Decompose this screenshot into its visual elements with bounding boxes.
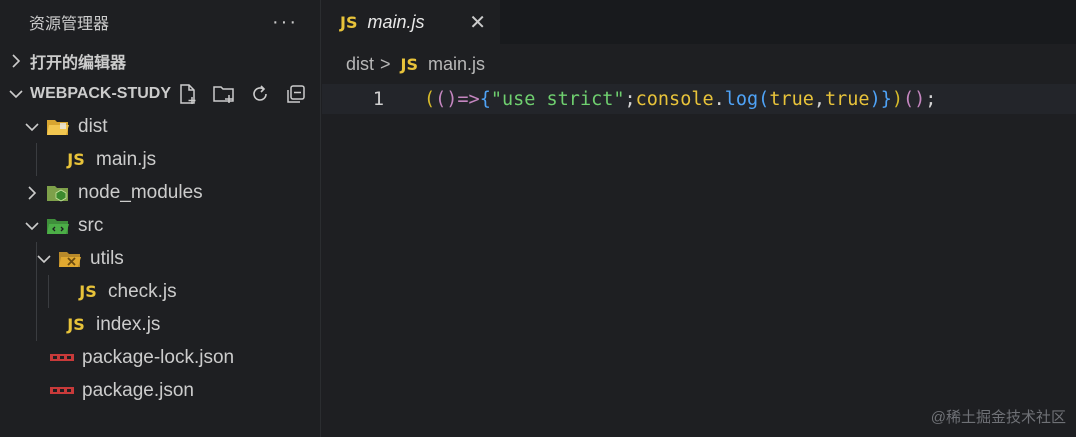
code-token: () <box>435 88 458 110</box>
close-icon[interactable]: ✕ <box>469 10 486 35</box>
watermark: @稀土掘金技术社区 <box>930 409 1066 426</box>
code-token: console <box>635 88 714 110</box>
javascript-file-icon: JS <box>67 150 85 169</box>
new-folder-icon[interactable] <box>212 82 236 106</box>
code-line[interactable]: 1 (()=>{"use strict";console.log(true,tr… <box>322 84 1076 114</box>
tab-label: main.js <box>367 12 425 32</box>
code-token: { <box>479 88 491 110</box>
project-section[interactable]: WEBPACK-STUDY <box>0 77 320 110</box>
breadcrumb-separator: > <box>380 53 391 74</box>
open-editors-label: 打开的编辑器 <box>30 54 127 72</box>
tree-folder-utils[interactable]: utils <box>0 242 320 275</box>
folder-open-icon <box>46 116 70 138</box>
project-name: WEBPACK-STUDY <box>30 84 172 102</box>
tree-label: check.js <box>108 280 177 302</box>
tree-label: index.js <box>96 313 161 335</box>
chevron-down-icon <box>24 119 40 135</box>
code-token: true <box>825 88 870 110</box>
new-file-icon[interactable] <box>176 82 200 106</box>
explorer-header: 资源管理器 ··· <box>0 0 320 44</box>
chevron-right-icon <box>24 185 40 201</box>
tree-folder-dist[interactable]: dist <box>0 110 320 143</box>
tree-label: main.js <box>96 148 157 170</box>
editor-area: JS main.js ✕ dist > JS main.js 1 (()=>{"… <box>322 0 1076 437</box>
tab-bar: JS main.js ✕ <box>322 0 1076 44</box>
javascript-file-icon: JS <box>340 13 358 32</box>
npm-file-icon <box>50 347 74 369</box>
utils-folder-icon <box>58 248 82 270</box>
javascript-file-icon: JS <box>67 315 85 334</box>
javascript-file-icon: JS <box>79 282 97 301</box>
explorer-sidebar: 资源管理器 ··· 打开的编辑器 WEBPACK-STUDY dist JS m… <box>0 0 321 437</box>
code-token: . <box>713 88 725 110</box>
breadcrumb-file[interactable]: main.js <box>428 54 485 75</box>
code-content: (()=>{"use strict";console.log(true,true… <box>424 89 936 110</box>
refresh-icon[interactable] <box>248 82 272 106</box>
line-number: 1 <box>372 88 384 110</box>
tree-file-index-js[interactable]: JS index.js <box>0 308 320 341</box>
javascript-file-icon: JS <box>400 54 419 74</box>
tree-label: package-lock.json <box>82 346 235 368</box>
code-token: , <box>813 88 826 110</box>
code-token: ) <box>869 88 881 110</box>
tree-folder-node-modules[interactable]: node_modules <box>0 176 320 209</box>
code-token: "use strict" <box>490 88 625 110</box>
indent-guide <box>36 308 37 341</box>
tree-file-package-json[interactable]: package.json <box>0 374 320 407</box>
code-token: => <box>457 88 480 110</box>
tree-label: node_modules <box>78 181 203 203</box>
code-token: ( <box>758 88 770 110</box>
code-token: () <box>903 88 926 110</box>
npm-file-icon <box>50 380 74 402</box>
collapse-all-icon[interactable] <box>284 82 308 106</box>
chevron-down-icon <box>24 218 40 234</box>
code-token: ; <box>624 88 636 110</box>
tree-file-check-js[interactable]: JS check.js <box>0 275 320 308</box>
chevron-right-icon <box>8 53 24 69</box>
breadcrumb-folder[interactable]: dist <box>346 54 374 75</box>
indent-guide <box>48 275 49 308</box>
code-token: } <box>880 88 892 110</box>
tree-label: utils <box>90 247 124 269</box>
more-actions-icon[interactable]: ··· <box>272 12 298 32</box>
indent-guide <box>36 143 37 176</box>
tree-label: dist <box>78 115 108 137</box>
open-editors-section[interactable]: 打开的编辑器 <box>0 44 320 77</box>
breadcrumb: dist > JS main.js <box>322 44 1076 84</box>
indent-guide <box>36 242 37 275</box>
explorer-title: 资源管理器 <box>29 16 110 33</box>
nodejs-folder-icon <box>46 182 70 204</box>
tree-file-package-lock[interactable]: package-lock.json <box>0 341 320 374</box>
tree-label: package.json <box>82 379 194 401</box>
chevron-down-icon <box>36 251 52 267</box>
tree-file-main-js[interactable]: JS main.js <box>0 143 320 176</box>
indent-guide <box>36 275 37 308</box>
code-token: true <box>769 88 814 110</box>
tab-main-js[interactable]: JS main.js ✕ <box>322 0 500 44</box>
code-token: ( <box>424 88 436 110</box>
code-token: log <box>724 88 759 110</box>
chevron-down-icon <box>8 86 24 102</box>
src-folder-icon <box>46 215 70 237</box>
code-token: ; <box>925 88 937 110</box>
tree-folder-src[interactable]: src <box>0 209 320 242</box>
tree-label: src <box>78 214 104 236</box>
code-token: ) <box>891 88 903 110</box>
